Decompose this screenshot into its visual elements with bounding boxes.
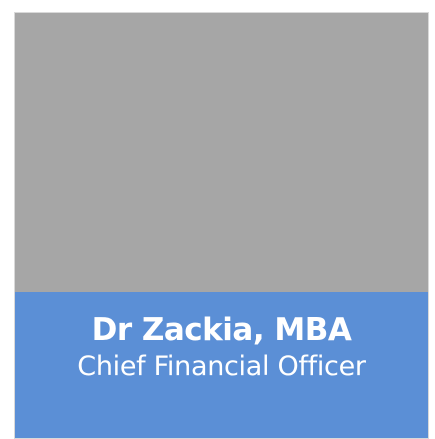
profile-photo-placeholder [15, 13, 428, 292]
profile-card: Dr Zackia, MBA Chief Financial Officer [14, 12, 429, 439]
profile-name: Dr Zackia, MBA [91, 312, 352, 348]
profile-title: Chief Financial Officer [77, 351, 366, 383]
profile-caption: Dr Zackia, MBA Chief Financial Officer [15, 292, 428, 438]
